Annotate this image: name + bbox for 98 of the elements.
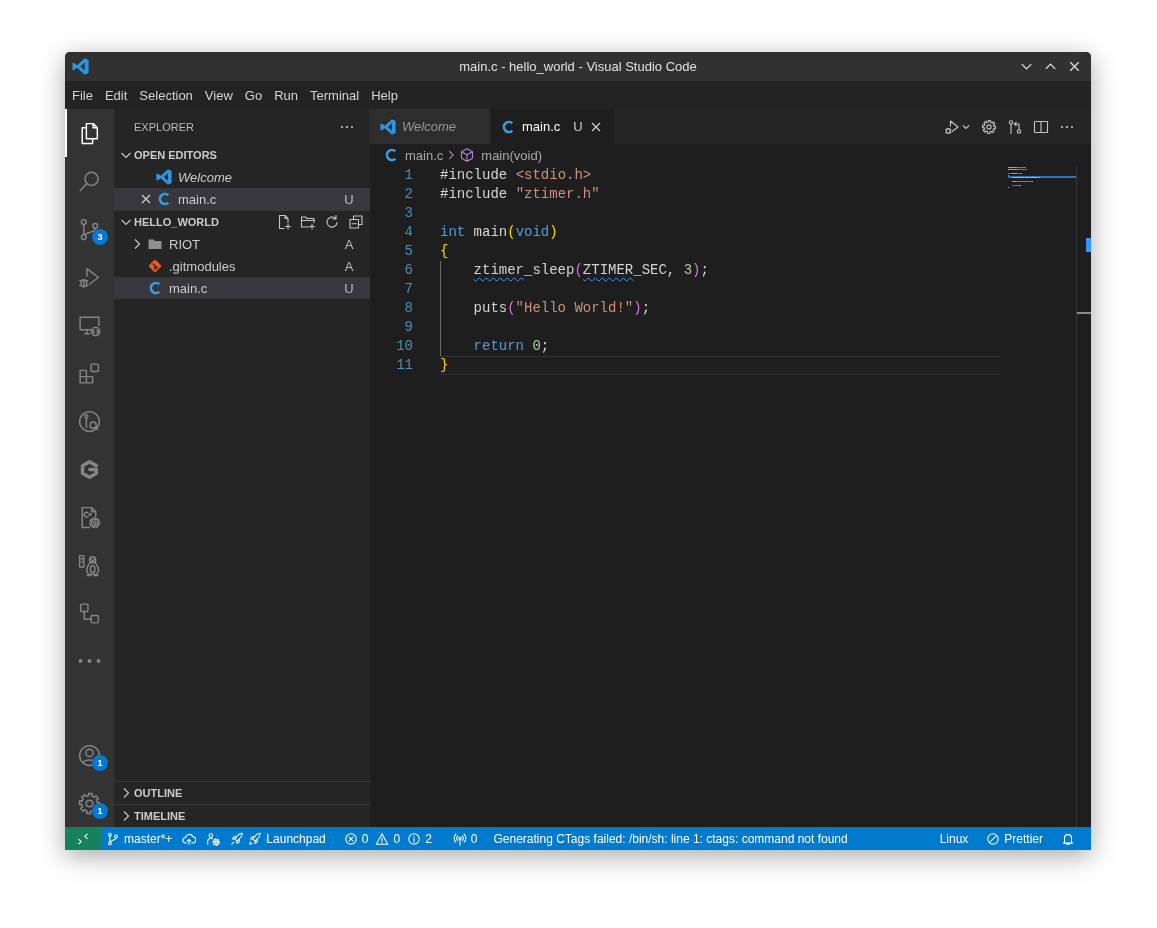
sidebar-title: EXPLORER xyxy=(134,120,195,133)
diagnostic-marker xyxy=(1086,238,1091,252)
file-tree-item[interactable]: RIOT A xyxy=(114,233,370,255)
menu-item[interactable]: Edit xyxy=(98,81,134,109)
code-line: #include "ztimer.h" xyxy=(440,185,600,204)
menu-item[interactable]: Run xyxy=(268,81,304,109)
status-message: Generating CTags failed: /bin/sh: line 1: ctags: command not found xyxy=(492,830,849,848)
code-line: ztimer_sleep(ZTIMER_SEC, 3); xyxy=(473,261,709,280)
menu-item[interactable]: Go xyxy=(238,81,269,109)
line-number: 8 xyxy=(403,299,413,318)
app-logo-icon xyxy=(72,58,89,75)
line-number: 11 xyxy=(395,356,413,375)
code-line: { xyxy=(440,242,449,261)
git-status: U xyxy=(344,191,354,207)
line-number: 5 xyxy=(403,242,413,261)
settings-icon xyxy=(77,790,102,816)
editor-tab[interactable]: main.c U xyxy=(490,109,614,144)
activity-bar-tab[interactable]: 1 xyxy=(65,731,114,779)
cursor-marker xyxy=(1077,312,1091,314)
notification-badge: 1 xyxy=(92,803,108,819)
close-icon[interactable] xyxy=(1067,59,1082,74)
git-status: U xyxy=(344,280,354,296)
line-number: 9 xyxy=(403,318,413,337)
code-line: return 0; xyxy=(473,337,550,356)
code-line: } xyxy=(440,356,449,375)
cloud-upload-icon[interactable] xyxy=(182,831,197,846)
line-number: 2 xyxy=(403,185,413,204)
new-file-icon[interactable] xyxy=(276,214,292,230)
flow-nodes-icon xyxy=(77,600,102,626)
branch-button[interactable]: master*+ xyxy=(101,827,178,850)
c-file-icon xyxy=(383,147,399,163)
notification-badge: 1 xyxy=(92,755,108,771)
ports-button[interactable]: 0 xyxy=(447,827,483,850)
broadcast-icon xyxy=(452,831,467,846)
window-title: main.c - hello_world - Visual Studio Code xyxy=(459,59,697,74)
activity-bar-tab[interactable]: 1 xyxy=(65,779,114,827)
activity-bar-tab[interactable]: 3 xyxy=(65,205,114,253)
app-logo-icon xyxy=(380,118,396,135)
open-editor-item[interactable]: Welcome xyxy=(114,166,370,188)
refresh-icon[interactable] xyxy=(324,214,340,230)
formatter-button[interactable]: Prettier xyxy=(981,827,1048,850)
menu-item[interactable]: Terminal xyxy=(304,81,366,109)
menu-item[interactable]: Selection xyxy=(133,81,199,109)
breadcrumb-item[interactable]: main(void) xyxy=(459,147,542,163)
line-number: 10 xyxy=(395,337,413,356)
c-file-icon xyxy=(147,280,163,296)
rocket-icon xyxy=(230,831,245,846)
extensions-icon xyxy=(77,360,102,386)
git-compare-icon[interactable] xyxy=(1007,118,1023,135)
notification-badge: 3 xyxy=(92,229,108,245)
info-icon xyxy=(407,831,422,846)
bell-icon[interactable] xyxy=(1061,831,1075,846)
menu-item[interactable]: File xyxy=(66,81,99,109)
line-number: 3 xyxy=(403,204,413,223)
line-number: 1 xyxy=(403,166,413,185)
code-line: int main(void) xyxy=(440,223,558,242)
code-line: #include <stdio.h> xyxy=(440,166,592,185)
menu-item[interactable]: View xyxy=(198,81,239,109)
run-debug-icon[interactable] xyxy=(944,118,960,135)
c-file-icon xyxy=(500,118,516,135)
c-file-icon xyxy=(156,191,172,207)
remote-icon xyxy=(76,831,90,846)
circle-slash-icon xyxy=(986,831,1001,846)
file-tree-item[interactable]: .gitmodules A xyxy=(114,255,370,277)
code-line: puts("Hello World!"); xyxy=(473,299,651,318)
branch-icon xyxy=(106,831,120,846)
line-number: 4 xyxy=(403,223,413,242)
git-status: A xyxy=(344,236,354,252)
new-folder-icon[interactable] xyxy=(300,214,316,230)
user-gear-icon[interactable] xyxy=(206,831,221,846)
launchpad-button[interactable]: Launchpad xyxy=(225,827,331,850)
platform-button[interactable]: Linux xyxy=(934,827,974,850)
penguin-icon xyxy=(77,552,102,578)
git-status: A xyxy=(344,258,354,274)
more-icon xyxy=(77,658,102,664)
section-header[interactable]: TIMELINE xyxy=(114,805,370,827)
split-editor-icon[interactable] xyxy=(1033,118,1049,135)
git-status: U xyxy=(573,119,583,134)
menu-item[interactable]: Help xyxy=(365,81,404,109)
problems-button[interactable]: 0 0 2 xyxy=(338,827,440,850)
section-header[interactable]: HELLO_WORLD xyxy=(114,211,370,233)
error-icon xyxy=(343,831,358,846)
line-number: 7 xyxy=(403,280,413,299)
section-header[interactable]: OUTLINE xyxy=(114,782,370,804)
warning-icon xyxy=(375,831,390,846)
editor-tab[interactable]: Welcome xyxy=(370,109,490,144)
section-header[interactable]: OPEN EDITORS xyxy=(114,144,370,166)
open-editor-item[interactable]: main.c U xyxy=(114,188,370,210)
line-number: 6 xyxy=(403,261,413,280)
account-icon xyxy=(77,742,102,768)
breadcrumb-item[interactable]: main.c xyxy=(383,147,444,163)
settings-icon[interactable] xyxy=(981,118,997,135)
rocket-icon xyxy=(248,831,263,846)
collapse-all-icon[interactable] xyxy=(348,214,364,230)
file-tree-item[interactable]: main.c U xyxy=(114,277,370,299)
branch-search-icon xyxy=(77,408,102,434)
cube-icon xyxy=(459,147,476,163)
app-logo-icon xyxy=(156,169,172,185)
